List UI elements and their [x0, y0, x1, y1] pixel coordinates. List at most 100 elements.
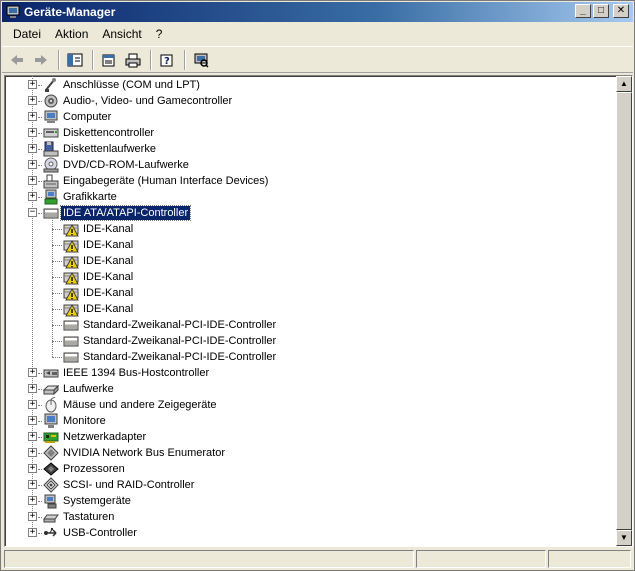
tree-category[interactable]: Mäuse und andere Zeigegeräte: [43, 397, 219, 413]
tree-device[interactable]: IDE-Kanal: [63, 269, 135, 285]
status-bar: [2, 549, 633, 569]
expand-toggle[interactable]: +: [28, 512, 37, 521]
scan-hardware-icon: [194, 53, 209, 68]
tree-category[interactable]: Diskettencontroller: [43, 125, 156, 141]
menu-aktion[interactable]: Aktion: [48, 25, 95, 43]
tree-device[interactable]: IDE-Kanal: [63, 221, 135, 237]
tree-item-label: Eingabegeräte (Human Interface Devices): [63, 175, 269, 187]
scroll-thumb[interactable]: [616, 92, 632, 530]
tree-device[interactable]: IDE-Kanal: [63, 237, 135, 253]
expand-toggle[interactable]: +: [28, 480, 37, 489]
device-manager-app-icon: [6, 5, 20, 18]
floppy-controller-icon: [43, 128, 59, 138]
expand-toggle[interactable]: +: [28, 80, 37, 89]
tree-connector: [38, 181, 42, 182]
expand-toggle[interactable]: +: [28, 496, 37, 505]
tree-category[interactable]: Laufwerke: [43, 381, 116, 397]
print-button[interactable]: [122, 49, 144, 71]
expand-toggle[interactable]: +: [28, 96, 37, 105]
tree-connector: [52, 218, 53, 357]
tree-connector: [52, 261, 62, 262]
maximize-button[interactable]: □: [593, 4, 609, 18]
forward-button[interactable]: [30, 49, 52, 71]
tree-connector: [52, 341, 62, 342]
tree-category[interactable]: Prozessoren: [43, 461, 127, 477]
processor-icon: [43, 462, 59, 476]
status-pane-3: [548, 550, 631, 568]
console-tree-icon: [67, 53, 83, 66]
tree-category[interactable]: Audio-, Video- und Gamecontroller: [43, 93, 234, 109]
tree-category[interactable]: Tastaturen: [43, 509, 116, 525]
tree-device[interactable]: IDE-Kanal: [63, 253, 135, 269]
ide-controller-icon: [63, 320, 79, 331]
expand-toggle[interactable]: +: [28, 432, 37, 441]
expand-toggle[interactable]: +: [28, 416, 37, 425]
tree-device[interactable]: Standard-Zweikanal-PCI-IDE-Controller: [63, 317, 278, 333]
expand-toggle[interactable]: +: [28, 400, 37, 409]
sound-icon: [44, 94, 58, 108]
expand-toggle[interactable]: +: [28, 160, 37, 169]
menu-help[interactable]: ?: [149, 25, 170, 43]
tree-category[interactable]: Diskettenlaufwerke: [43, 141, 158, 157]
properties-button[interactable]: [98, 49, 120, 71]
collapse-toggle[interactable]: −: [28, 208, 37, 217]
forward-arrow-icon: [35, 54, 47, 65]
tree-device[interactable]: IDE-Kanal: [63, 301, 135, 317]
expand-toggle[interactable]: +: [28, 176, 37, 185]
expand-toggle[interactable]: +: [28, 464, 37, 473]
tree-connector: [52, 293, 62, 294]
title-bar[interactable]: Geräte-Manager _ □ ✕: [2, 2, 633, 22]
tree-category[interactable]: SCSI- und RAID-Controller: [43, 477, 196, 493]
tree-item-label: Monitore: [63, 415, 106, 427]
tree-category[interactable]: Systemgeräte: [43, 493, 133, 509]
svg-text:?: ?: [164, 56, 170, 67]
tree-item-label: Standard-Zweikanal-PCI-IDE-Controller: [83, 335, 277, 347]
close-button[interactable]: ✕: [613, 4, 629, 18]
expand-toggle[interactable]: +: [28, 384, 37, 393]
expand-toggle[interactable]: +: [28, 128, 37, 137]
tree-category[interactable]: Eingabegeräte (Human Interface Devices): [43, 173, 270, 189]
minimize-button[interactable]: _: [575, 4, 591, 18]
vertical-scrollbar[interactable]: ▲ ▼: [616, 76, 632, 546]
bus-enumerator-icon: [43, 445, 59, 461]
tree-category[interactable]: IDE ATA/ATAPI-Controller: [43, 205, 192, 221]
ide-channel-warning-icon: [63, 223, 79, 237]
expand-toggle[interactable]: +: [28, 192, 37, 201]
tree-item-label: Systemgeräte: [63, 495, 131, 507]
menu-ansicht[interactable]: Ansicht: [95, 25, 148, 43]
tree-category[interactable]: DVD/CD-ROM-Laufwerke: [43, 157, 191, 173]
tree-device[interactable]: Standard-Zweikanal-PCI-IDE-Controller: [63, 349, 278, 365]
menu-datei[interactable]: Datei: [6, 25, 48, 43]
expand-toggle[interactable]: +: [28, 112, 37, 121]
tree-category[interactable]: Grafikkarte: [43, 189, 119, 205]
tree-category[interactable]: Netzwerkadapter: [43, 429, 148, 445]
scan-hardware-button[interactable]: [190, 49, 212, 71]
tree-category[interactable]: Monitore: [43, 413, 108, 429]
tree-category[interactable]: IEEE 1394 Bus-Hostcontroller: [43, 365, 211, 381]
expand-toggle[interactable]: +: [28, 368, 37, 377]
hid-icon: [43, 174, 59, 189]
scroll-down-button[interactable]: ▼: [616, 530, 632, 546]
tree-category[interactable]: Anschlüsse (COM und LPT): [43, 77, 202, 93]
tree-connector: [52, 229, 62, 230]
expand-toggle[interactable]: +: [28, 144, 37, 153]
expand-toggle[interactable]: +: [28, 448, 37, 457]
menu-bar: Datei Aktion Ansicht ?: [2, 23, 633, 45]
tree-connector: [38, 149, 42, 150]
tree-device[interactable]: IDE-Kanal: [63, 285, 135, 301]
tree-device[interactable]: Standard-Zweikanal-PCI-IDE-Controller: [63, 333, 278, 349]
back-button[interactable]: [6, 49, 28, 71]
network-adapter-icon: [43, 432, 59, 443]
expand-toggle[interactable]: +: [28, 528, 37, 537]
tree-item-label: IDE-Kanal: [83, 287, 134, 299]
tree-connector: [52, 357, 62, 358]
tree-category[interactable]: USB-Controller: [43, 525, 139, 541]
console-tree-button[interactable]: [64, 49, 86, 71]
help-button[interactable]: ?: [156, 49, 178, 71]
device-manager-window: Geräte-Manager _ □ ✕ Datei Aktion Ansich…: [0, 0, 635, 571]
tree-category[interactable]: Computer: [43, 109, 113, 125]
tree-item-label: IDE-Kanal: [83, 223, 134, 235]
toolbar-separator: [150, 49, 152, 70]
tree-category[interactable]: NVIDIA Network Bus Enumerator: [43, 445, 227, 461]
scroll-up-button[interactable]: ▲: [616, 76, 632, 92]
